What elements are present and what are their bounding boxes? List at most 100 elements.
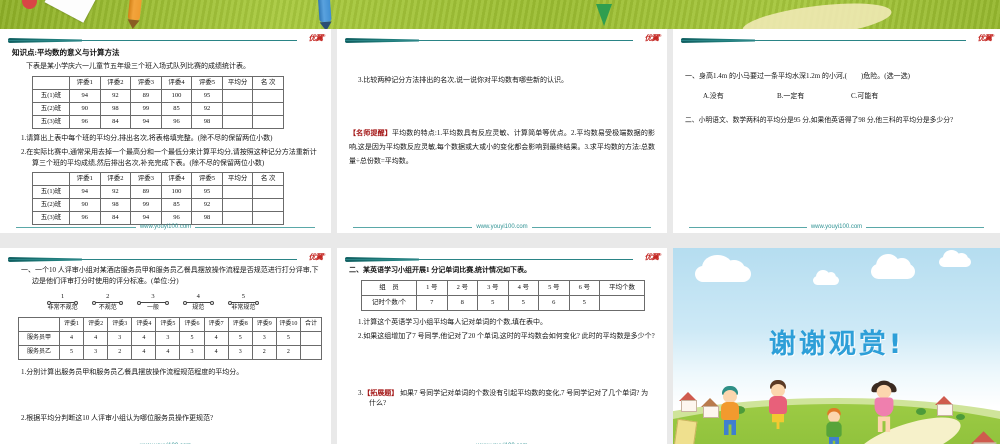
table-cell: 100 xyxy=(160,88,193,103)
table-cell: 92 xyxy=(191,198,223,213)
scale-label: 不规范 xyxy=(98,304,117,311)
kid-skirt xyxy=(772,414,784,429)
header-line xyxy=(345,259,633,260)
youyi-logo: 优翼® xyxy=(308,252,326,262)
blue-crayon-icon xyxy=(316,0,333,29)
footer-url: www.youyi100.com xyxy=(139,224,192,230)
slide-3: 优翼® 一、身高1.4m 的小马要过一条平均水深1.2m 的小河,( )危险。(… xyxy=(673,29,1000,233)
table-cell: 五(3)班 xyxy=(32,114,70,129)
slide-body: 知识点:平均数的意义与计算方法 下表是某小学庆六一儿童节五年级三个班入场式队列比… xyxy=(0,45,331,226)
background-banner xyxy=(0,0,1000,29)
cloud-icon xyxy=(695,254,751,282)
table-row: 评委1 评委2 评委3 评委4 评委5 平均分名 次 xyxy=(32,172,284,187)
slide-footer: www.youyi100.com xyxy=(685,224,988,230)
table-cell: 89 xyxy=(130,88,162,103)
table-cell: 评委1 xyxy=(69,75,101,90)
question-1: 一、身高1.4m 的小马要过一条平均水深1.2m 的小河,( )危险。(选一选) xyxy=(685,72,910,80)
thank-you-title: 谢谢观赏! xyxy=(768,329,905,360)
table-cell: 平均个数 xyxy=(599,279,645,296)
table-cell: 95 xyxy=(191,185,223,200)
scale-tick xyxy=(227,300,260,305)
scale-label: 非常不规范 xyxy=(47,304,78,311)
logo-text: 优翼 xyxy=(644,33,660,43)
footer-url: www.youyi100.com xyxy=(476,224,528,230)
table-cell: 5 xyxy=(275,330,302,346)
table-cell: 评委4 xyxy=(131,316,157,332)
table-cell: 评委1 xyxy=(69,172,101,187)
question-1: 1.请算出上表中每个班的平均分,排出名次,将表格填完整。(除不尽的保留两位小数) xyxy=(21,133,273,142)
scale-item: 3 一般 xyxy=(130,293,175,313)
table-cell xyxy=(300,330,322,346)
question-1: 1.计算这个英语学习小组平均每人记对单词的个数,填在表中。 xyxy=(358,317,547,326)
table-cell: 平均分 xyxy=(221,75,254,90)
table-cell: 评委4 xyxy=(160,75,193,90)
table-cell: 评委6 xyxy=(179,316,205,332)
header-line xyxy=(8,259,297,260)
table-cell: 7 xyxy=(416,294,448,311)
slide-footer: www.youyi100.com xyxy=(349,224,655,230)
footer-line xyxy=(689,226,807,228)
registered-mark: ® xyxy=(322,33,326,38)
table-cell: 服务员乙 xyxy=(18,344,60,360)
table-cell: 评委8 xyxy=(227,316,253,332)
table-cell: 94 xyxy=(130,211,162,226)
rating-table: 评委1 评委2 评委3 评委4 评委5 评委6 评委7 评委8 评委9 评委10 合计 服务员甲 4 4 3… xyxy=(18,316,322,360)
logo-text: 优翼 xyxy=(308,252,324,262)
table-cell: 3 xyxy=(179,344,205,360)
score-table-2: 评委1 评委2 评委3 评委4 评委5 平均分名 次五(1)班 94 92 89 100 95 五(2… xyxy=(32,172,284,226)
shrub-icon xyxy=(916,408,926,415)
slide-body: 3.比较两种记分方法排出的名次,说一说你对平均数有哪些新的认识。 【名师提醒】平… xyxy=(337,45,667,221)
footer-line xyxy=(195,226,316,228)
scale-numbers: 1 非常不规范 2 不规范 3 一般 4 规范 5 非常规范 xyxy=(40,293,266,313)
intro-text: 一、一个10 人评审小组对某酒店服务员甲和服务员乙餐具摆放操作流程是否规范进行打… xyxy=(21,266,319,285)
table-cell: 2 xyxy=(251,344,277,360)
option-b: B.一定有 xyxy=(777,91,805,100)
kid-legs xyxy=(877,416,891,433)
table-cell: 名 次 xyxy=(252,75,284,90)
table-cell xyxy=(252,211,284,226)
slide-body: 一、身高1.4m 的小马要过一条平均水深1.2m 的小河,( )危险。(选一选)… xyxy=(673,45,1000,221)
table-cell: 4 xyxy=(203,344,229,360)
scale-number: 5 xyxy=(241,293,246,300)
slide-body: 一、一个10 人评审小组对某酒店服务员甲和服务员乙餐具摆放操作流程是否规范进行打… xyxy=(0,264,331,440)
table-cell xyxy=(252,101,284,116)
table-cell: 5 xyxy=(227,330,253,346)
slide-1: 优翼® 知识点:平均数的意义与计算方法 下表是某小学庆六一儿童节五年级三个班入场… xyxy=(0,29,331,233)
table-cell: 98 xyxy=(191,114,223,129)
table-cell: 名 次 xyxy=(252,172,284,187)
table-cell: 五(3)班 xyxy=(32,211,70,226)
table-cell: 94 xyxy=(69,88,101,103)
option-a: A.没有 xyxy=(703,91,724,100)
table-cell: 94 xyxy=(69,185,101,200)
logo-text: 优翼 xyxy=(977,33,993,43)
question-2: 2.在实际比赛中,通常采用去掉一个最高分和一个最低分来计算平均分,请按照这种记分… xyxy=(21,148,317,167)
table-cell: 90 xyxy=(69,101,101,116)
table-cell: 5 xyxy=(58,344,85,360)
table-cell: 3 xyxy=(155,330,181,346)
question-2: 2.如果这组增加了7 号同学,他记对了20 个单词,这时的平均数会如何变化? 此… xyxy=(358,332,655,340)
table-cell: 84 xyxy=(99,211,132,226)
table-row: 五(3)班 96 84 94 96 98 xyxy=(32,114,284,129)
table-cell: 5 xyxy=(507,294,539,311)
scale-number: 3 xyxy=(151,293,155,300)
table-cell: 评委2 xyxy=(83,316,109,332)
table-cell: 2 xyxy=(107,344,133,360)
youyi-logo: 优翼® xyxy=(309,33,326,42)
kid-dress xyxy=(874,397,894,417)
cartoon-kid-girl xyxy=(765,380,791,434)
cloud-icon xyxy=(813,269,839,285)
table-cell: 8 xyxy=(446,294,478,311)
scale-tick xyxy=(137,300,169,305)
table-cell: 5 xyxy=(568,294,600,311)
table-cell: 95 xyxy=(191,88,223,103)
kid-top xyxy=(769,396,787,414)
teacher-tip: 【名师提醒】平均数的特点:1.平均数具有反应灵敏、计算简单等优点。2.平均数易受… xyxy=(349,126,655,169)
kid-legs xyxy=(724,420,736,435)
table-cell: 5 xyxy=(477,294,509,311)
scale-item: 2 不规范 xyxy=(85,293,130,313)
cartoon-kid-boy xyxy=(717,386,743,440)
table-cell: 90 xyxy=(69,198,101,213)
table-cell xyxy=(32,172,70,187)
crayon-tip xyxy=(319,21,333,29)
table-cell: 96 xyxy=(69,114,101,129)
